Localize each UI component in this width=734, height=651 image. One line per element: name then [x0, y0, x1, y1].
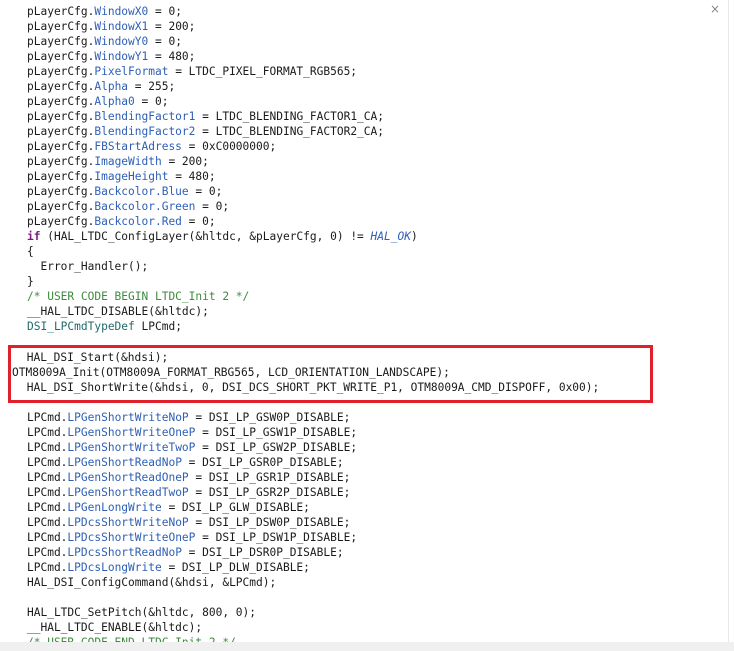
- code-line: pLayerCfg.BlendingFactor2 = LTDC_BLENDIN…: [27, 125, 384, 138]
- code-line-otm-init: OTM8009A_Init(OTM8009A_FORMAT_RBG565, LC…: [12, 366, 450, 379]
- code-line-dsi-start: HAL_DSI_Start(&hdsi);: [20, 351, 169, 364]
- code-line: pLayerCfg.BlendingFactor1 = LTDC_BLENDIN…: [27, 110, 384, 123]
- code-line: pLayerCfg.Alpha = 255;: [27, 80, 176, 93]
- code-line: pLayerCfg.ImageHeight = 480;: [27, 170, 216, 183]
- code-line-error-handler: Error_Handler();: [27, 260, 149, 273]
- code-line-config-command: HAL_DSI_ConfigCommand(&hdsi, &LPCmd);: [27, 576, 277, 589]
- code-line: LPCmd.LPGenLongWrite = DSI_LP_GLW_DISABL…: [27, 501, 310, 514]
- code-line: LPCmd.LPGenShortWriteTwoP = DSI_LP_GSW2P…: [27, 441, 358, 454]
- code-line-short-write: HAL_DSI_ShortWrite(&hdsi, 0, DSI_DCS_SHO…: [20, 381, 600, 394]
- code-line: pLayerCfg.Alpha0 = 0;: [27, 95, 169, 108]
- code-line: pLayerCfg.WindowY0 = 0;: [27, 35, 182, 48]
- code-line: LPCmd.LPGenShortReadTwoP = DSI_LP_GSR2P_…: [27, 486, 351, 499]
- code-line: LPCmd.LPDcsShortReadNoP = DSI_LP_DSR0P_D…: [27, 546, 344, 559]
- code-line: LPCmd.LPDcsLongWrite = DSI_LP_DLW_DISABL…: [27, 561, 310, 574]
- code-line: pLayerCfg.PixelFormat = LTDC_PIXEL_FORMA…: [27, 65, 358, 78]
- code-line: LPCmd.LPDcsShortWriteOneP = DSI_LP_DSW1P…: [27, 531, 358, 544]
- code-line-brace-open: {: [27, 245, 34, 258]
- code-line-if: if (HAL_LTDC_ConfigLayer(&hltdc, &pLayer…: [27, 230, 418, 243]
- code-line: pLayerCfg.FBStartAdress = 0xC0000000;: [27, 140, 277, 153]
- horizontal-scrollbar[interactable]: [0, 642, 734, 651]
- code-line-ltdc-enable: __HAL_LTDC_ENABLE(&hltdc);: [27, 621, 203, 634]
- code-line: pLayerCfg.Backcolor.Blue = 0;: [27, 185, 223, 198]
- code-line: LPCmd.LPGenShortReadNoP = DSI_LP_GSR0P_D…: [27, 456, 344, 469]
- code-line-lpcmd-decl: DSI_LPCmdTypeDef LPCmd;: [27, 320, 182, 333]
- code-line: LPCmd.LPGenShortWriteNoP = DSI_LP_GSW0P_…: [27, 411, 351, 424]
- code-editor[interactable]: × pLayerCfg.WindowX0 = 0; pLayerCfg.Wind…: [0, 0, 734, 651]
- code-comment-begin: /* USER CODE BEGIN LTDC_Init 2 */: [27, 290, 250, 303]
- code-line: pLayerCfg.WindowX1 = 200;: [27, 20, 196, 33]
- code-line: pLayerCfg.WindowX0 = 0;: [27, 5, 182, 18]
- vertical-scrollbar[interactable]: [728, 0, 734, 651]
- code-line-brace-close: }: [27, 275, 34, 288]
- code-line: LPCmd.LPGenShortWriteOneP = DSI_LP_GSW1P…: [27, 426, 358, 439]
- code-line-set-pitch: HAL_LTDC_SetPitch(&hltdc, 800, 0);: [27, 606, 257, 619]
- close-icon[interactable]: ×: [708, 2, 722, 16]
- code-line: pLayerCfg.Backcolor.Green = 0;: [27, 200, 230, 213]
- code-line: pLayerCfg.ImageWidth = 200;: [27, 155, 209, 168]
- code-line: pLayerCfg.WindowY1 = 480;: [27, 50, 196, 63]
- code-line: LPCmd.LPDcsShortWriteNoP = DSI_LP_DSW0P_…: [27, 516, 351, 529]
- code-line: LPCmd.LPGenShortReadOneP = DSI_LP_GSR1P_…: [27, 471, 351, 484]
- code-line-ltdc-disable: __HAL_LTDC_DISABLE(&hltdc);: [27, 305, 209, 318]
- code-line: pLayerCfg.Backcolor.Red = 0;: [27, 215, 216, 228]
